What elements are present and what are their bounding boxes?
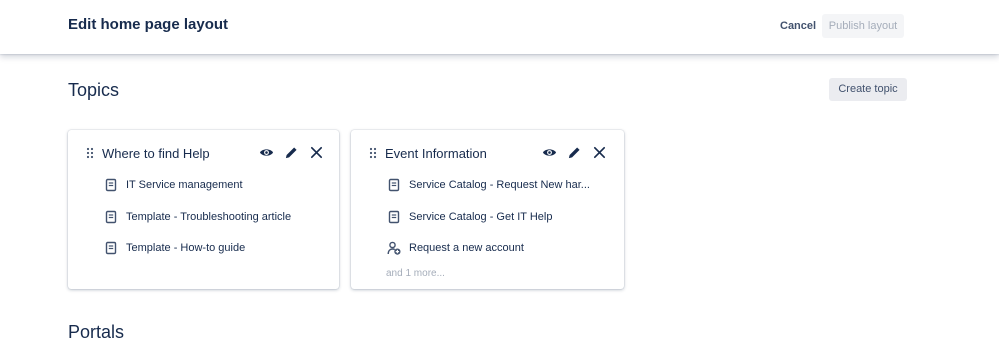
card-actions xyxy=(542,145,607,160)
topic-card-title: Where to find Help xyxy=(102,146,210,161)
pencil-icon[interactable] xyxy=(284,145,299,160)
article-icon xyxy=(388,178,400,192)
pencil-icon[interactable] xyxy=(567,145,582,160)
close-icon[interactable] xyxy=(309,145,324,160)
topic-item-label: IT Service management xyxy=(126,179,243,191)
topic-card-event-information: Event Information Service Catalog - Requ… xyxy=(351,130,624,289)
card-actions xyxy=(259,145,324,160)
eye-icon[interactable] xyxy=(542,145,557,160)
cancel-button[interactable]: Cancel xyxy=(772,14,824,38)
topic-item[interactable]: Service Catalog - Get IT Help xyxy=(387,209,552,225)
article-icon xyxy=(388,210,400,224)
topic-item[interactable]: Request a new account xyxy=(387,240,524,256)
article-icon xyxy=(105,178,117,192)
page-title: Edit home page layout xyxy=(68,16,229,33)
topic-item[interactable]: Service Catalog - Request New har... xyxy=(387,177,590,193)
close-icon[interactable] xyxy=(592,145,607,160)
topic-item-label: Request a new account xyxy=(409,242,524,254)
topic-card-title: Event Information xyxy=(385,146,487,161)
eye-icon[interactable] xyxy=(259,145,274,160)
topic-item[interactable]: IT Service management xyxy=(104,177,243,193)
topic-item[interactable]: Template - How-to guide xyxy=(104,240,245,256)
portals-heading: Portals xyxy=(68,322,125,342)
more-items-link[interactable]: and 1 more... xyxy=(386,268,445,279)
topic-item[interactable]: Template - Troubleshooting article xyxy=(104,209,291,225)
publish-layout-button[interactable]: Publish layout xyxy=(822,14,904,38)
topic-card-where-to-find-help: Where to find Help IT Service management… xyxy=(68,130,339,289)
top-bar: Edit home page layout Cancel Publish lay… xyxy=(0,0,999,54)
create-topic-button[interactable]: Create topic xyxy=(829,78,907,101)
topic-item-label: Service Catalog - Request New har... xyxy=(409,179,590,191)
topics-heading: Topics xyxy=(68,80,120,100)
drag-handle-icon[interactable] xyxy=(369,147,377,159)
topic-item-label: Template - How-to guide xyxy=(126,242,246,254)
drag-handle-icon[interactable] xyxy=(86,147,94,159)
add-person-icon xyxy=(387,241,401,255)
article-icon xyxy=(105,210,117,224)
topic-item-label: Template - Troubleshooting article xyxy=(126,211,292,223)
article-icon xyxy=(105,241,117,255)
topic-item-label: Service Catalog - Get IT Help xyxy=(409,211,553,223)
